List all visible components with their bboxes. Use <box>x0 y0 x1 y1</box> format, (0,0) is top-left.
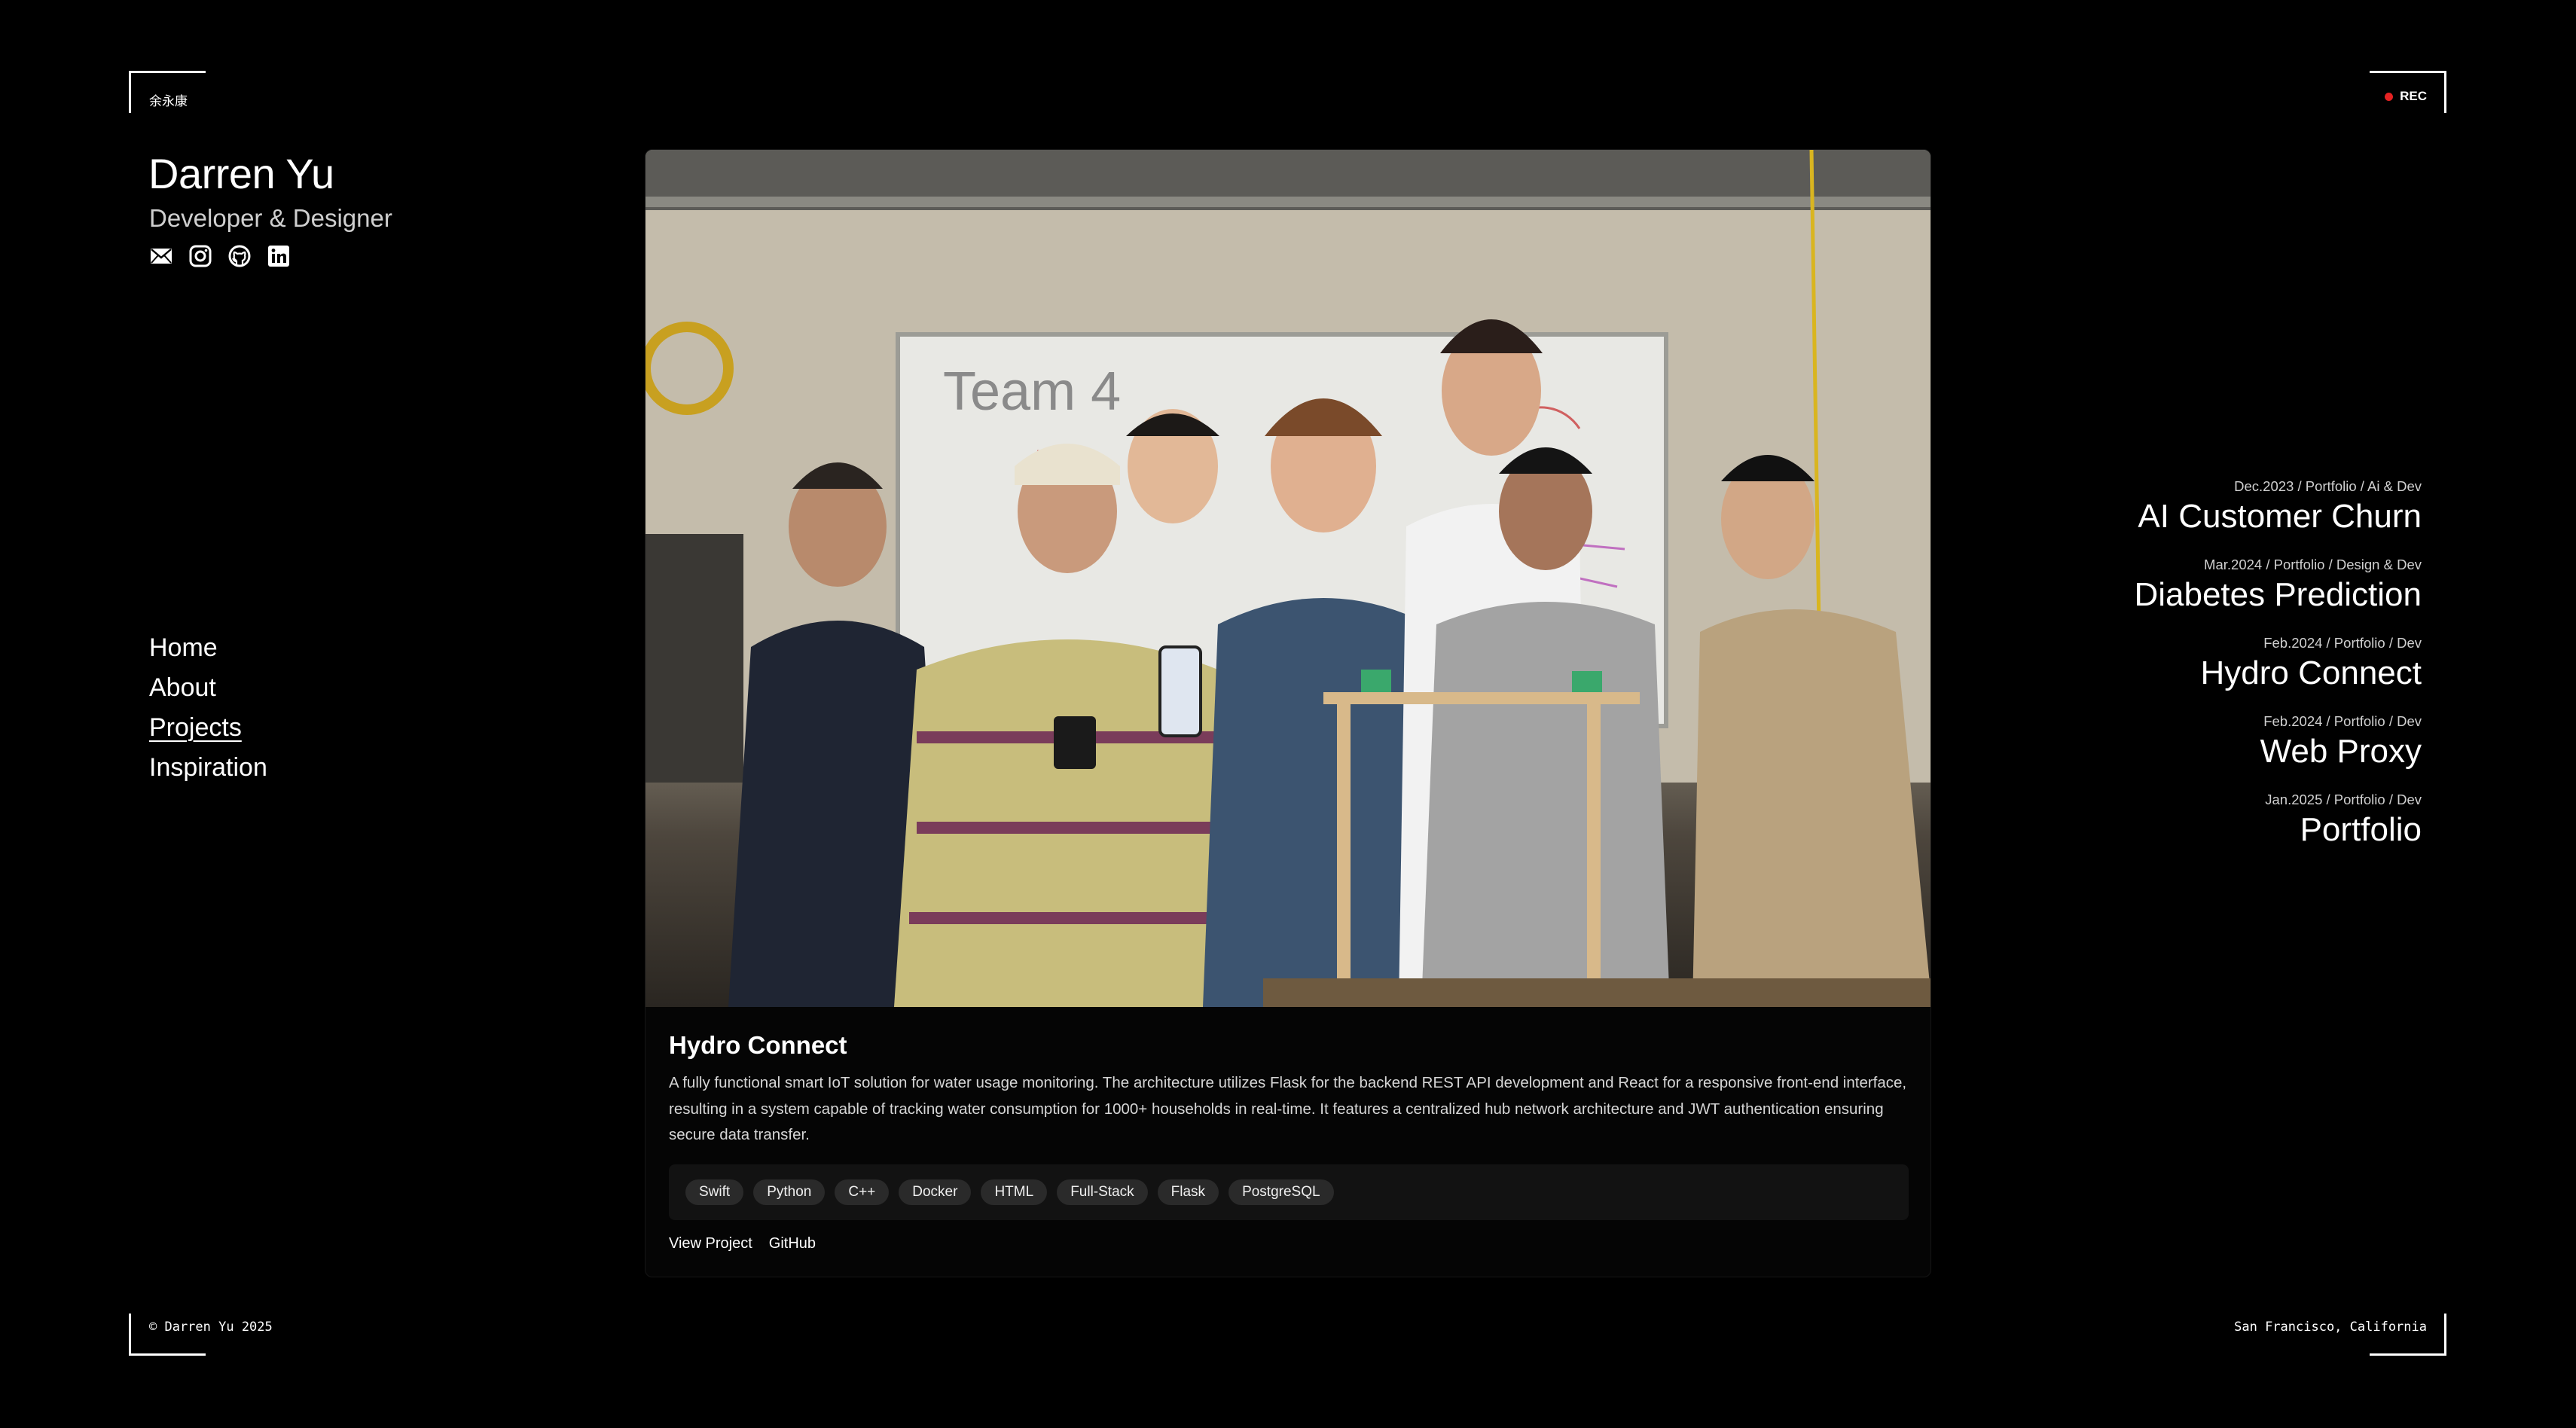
site-owner-name: Darren Yu <box>148 150 334 197</box>
mail-icon[interactable] <box>149 244 173 268</box>
project-title[interactable]: Hydro Connect <box>2134 654 2422 693</box>
project-item[interactable]: Jan.2025 / Portfolio / Dev Portfolio <box>2134 792 2422 850</box>
project-item[interactable]: Feb.2024 / Portfolio / Dev Web Proxy <box>2134 714 2422 771</box>
tag: HTML <box>981 1179 1048 1205</box>
tag: Docker <box>899 1179 972 1205</box>
view-project-link[interactable]: View Project <box>669 1235 752 1253</box>
card-title: Hydro Connect <box>669 1031 847 1059</box>
copyright: © Darren Yu 2025 <box>149 1320 273 1335</box>
rec-dot-icon <box>2385 92 2394 101</box>
project-item[interactable]: Feb.2024 / Portfolio / Dev Hydro Connect <box>2134 636 2422 693</box>
project-list: Dec.2023 / Portfolio / Ai & Dev AI Custo… <box>2134 479 2422 850</box>
instagram-icon[interactable] <box>188 244 212 268</box>
social-links <box>149 244 291 268</box>
github-icon[interactable] <box>227 244 252 268</box>
main-nav: Home About Projects Inspiration <box>149 634 267 781</box>
tag: PostgreSQL <box>1228 1179 1334 1205</box>
whiteboard-text: Team 4 <box>943 362 1121 422</box>
project-title[interactable]: AI Customer Churn <box>2134 497 2422 536</box>
tag: Swift <box>685 1179 744 1205</box>
nav-home[interactable]: Home <box>149 634 267 661</box>
nav-about[interactable]: About <box>149 674 267 701</box>
project-title[interactable]: Portfolio <box>2134 810 2422 850</box>
nav-inspiration[interactable]: Inspiration <box>149 754 267 781</box>
chinese-name: 余永康 <box>149 94 188 108</box>
project-meta: Mar.2024 / Portfolio / Design & Dev <box>2204 557 2422 572</box>
site-owner-role: Developer & Designer <box>149 204 392 232</box>
project-title[interactable]: Diabetes Prediction <box>2134 575 2422 615</box>
project-meta: Jan.2025 / Portfolio / Dev <box>2265 792 2422 807</box>
project-item[interactable]: Dec.2023 / Portfolio / Ai & Dev AI Custo… <box>2134 479 2422 536</box>
nav-projects[interactable]: Projects <box>149 714 267 741</box>
project-title[interactable]: Web Proxy <box>2134 732 2422 771</box>
github-link[interactable]: GitHub <box>769 1235 816 1253</box>
tag: Full-Stack <box>1057 1179 1148 1205</box>
tag: Python <box>753 1179 826 1205</box>
project-meta: Feb.2024 / Portfolio / Dev <box>2263 635 2422 651</box>
tag: C++ <box>835 1179 890 1205</box>
rec-label: REC <box>2400 89 2427 103</box>
project-meta: Feb.2024 / Portfolio / Dev <box>2263 713 2422 729</box>
project-meta: Dec.2023 / Portfolio / Ai & Dev <box>2234 478 2422 494</box>
tech-tag-list: Swift Python C++ Docker HTML Full-Stack … <box>669 1164 1909 1220</box>
card-description: A fully functional smart IoT solution fo… <box>669 1074 1907 1143</box>
tag: Flask <box>1157 1179 1219 1205</box>
page: 余永康 REC Darren Yu Developer & Designer H… <box>0 0 2576 1428</box>
location: San Francisco, California <box>2234 1320 2427 1335</box>
card-body: Hydro Connect A fully functional smart I… <box>646 1007 1930 1253</box>
card-links: View Project GitHub <box>669 1235 1907 1253</box>
linkedin-icon[interactable] <box>267 244 291 268</box>
rec-indicator: REC <box>2385 89 2427 104</box>
featured-project-card: Team 4 Hydro Connect A fully functional … <box>645 149 1931 1277</box>
project-photo: Team 4 <box>646 150 1930 1007</box>
project-item[interactable]: Mar.2024 / Portfolio / Design & Dev Diab… <box>2134 557 2422 615</box>
